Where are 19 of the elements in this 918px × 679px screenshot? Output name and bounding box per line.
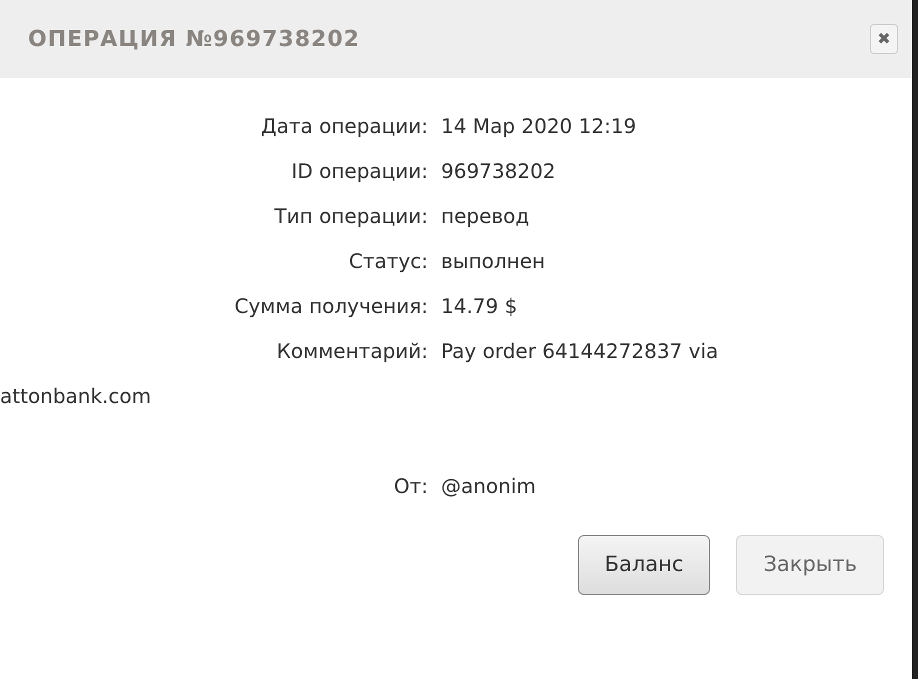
field-value: @anonim [441, 474, 536, 498]
field-label: Дата операции: [260, 114, 428, 138]
field-value: перевод [441, 204, 530, 228]
field-value: выполнен [441, 249, 546, 273]
field-label: Комментарий: [276, 339, 428, 363]
field-value: attonbank.com [0, 384, 152, 408]
field-label: ID операции: [291, 159, 428, 183]
field-value: 14.79 $ [441, 294, 518, 318]
field-label: От: [394, 474, 428, 498]
dialog-title: ОПЕРАЦИЯ №969738202 [28, 26, 360, 54]
dialog-button[interactable]: Закрыть [736, 535, 884, 595]
field-value: Pay order 64144272837 via [441, 339, 718, 363]
field-value: 969738202 [441, 159, 556, 183]
field-value: 14 Мар 2020 12:19 [441, 114, 636, 138]
field-label: Тип операции: [274, 204, 428, 228]
dialog-button[interactable]: Баланс [578, 535, 710, 595]
close-button[interactable]: ✖ [870, 24, 898, 54]
field-label: Статус: [348, 249, 428, 273]
field-label: Сумма получения: [234, 294, 428, 318]
